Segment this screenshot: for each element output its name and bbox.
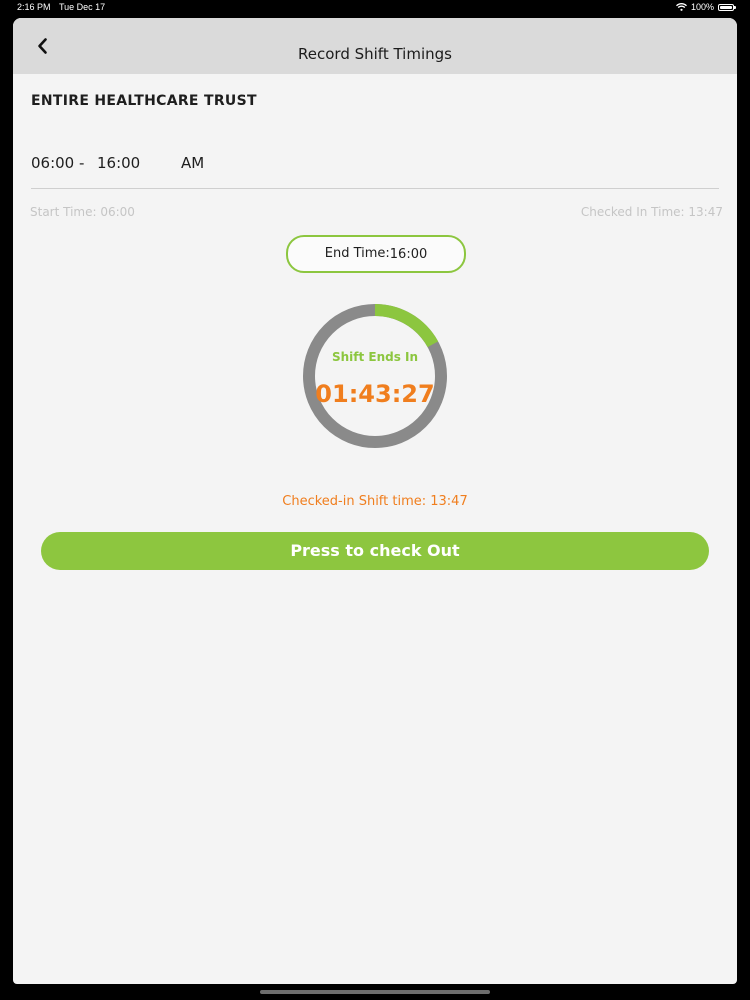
home-indicator [260,990,490,994]
timer-value: 01:43:27 [315,380,435,408]
organization-title: ENTIRE HEALTHCARE TRUST [31,93,257,109]
shift-end: 16:00 [97,154,141,172]
timer-label: Shift Ends In [331,350,419,364]
shift-separator: - [79,154,85,172]
checked-in-shift-time: Checked-in Shift time: 13:47 [282,494,468,509]
wifi-icon [676,3,687,11]
status-time: 2:16 PM [17,2,51,12]
battery-percent: 100% [690,2,714,12]
status-right: 100% [676,2,736,12]
check-out-button[interactable]: Press to check Out [41,532,709,570]
end-time-value: 16:00 [389,247,428,262]
divider [31,188,719,189]
status-date: Tue Dec 17 [59,2,106,12]
battery-icon [718,3,736,11]
checked-in-time-label: Checked In Time: 13:47 [580,205,723,219]
status-bar: 2:16 PM Tue Dec 17 100% [0,0,750,16]
shift-period: AM [181,154,205,172]
timer-ring [303,304,447,448]
navbar: Record Shift Timings [13,18,737,74]
end-time-label: End Time: [324,246,390,261]
start-time-label: Start Time: 06:00 [30,205,135,219]
shift-start: 06:00 [31,154,75,172]
shift-range: 06:00-16:00 AM [31,154,204,172]
end-time-pill: End Time:16:00 [286,235,466,273]
page-title: Record Shift Timings [298,45,452,63]
shift-sheet: Record Shift Timings ENTIRE HEALTHCARE T… [13,18,737,984]
